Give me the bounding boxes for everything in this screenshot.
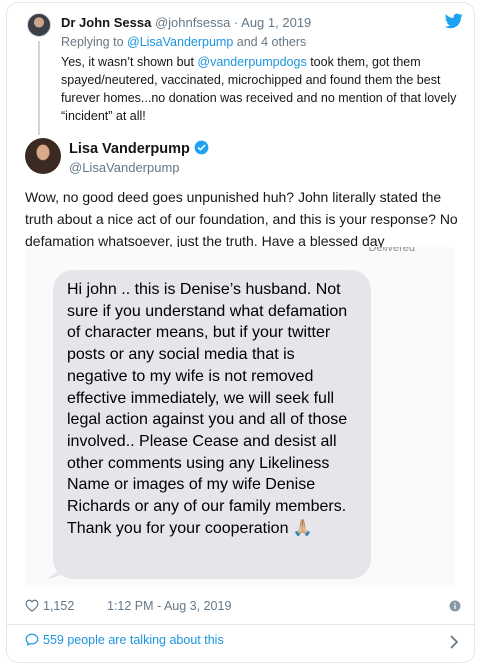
replying-user-link[interactable]: @LisaVanderpump	[127, 35, 233, 49]
info-icon[interactable]	[449, 600, 461, 612]
tweet-timestamp[interactable]: 1:12 PM - Aug 3, 2019	[107, 599, 231, 613]
twitter-bird-icon[interactable]	[445, 13, 463, 29]
tweet-media-image[interactable]: Delivered Hi john .. this is Denise’s hu…	[25, 247, 455, 587]
reply-header: Dr John Sessa @johnfsessa · Aug 1, 2019	[61, 15, 311, 30]
bubble-tail	[45, 563, 63, 579]
replying-to: Replying to @LisaVanderpump and 4 others	[61, 35, 306, 49]
message-bubble: Hi john .. this is Denise’s husband. Not…	[53, 270, 371, 579]
tweet-embed-card: Dr John Sessa @johnfsessa · Aug 1, 2019 …	[6, 2, 475, 663]
talking-count-text[interactable]: 559 people are talking about this	[43, 633, 224, 647]
author-avatar[interactable]	[25, 138, 61, 174]
reply-avatar[interactable]	[27, 13, 51, 37]
author-name-text[interactable]: Lisa Vanderpump	[69, 141, 190, 157]
footer-divider	[7, 624, 474, 625]
like-button[interactable]: 1,152	[25, 599, 74, 613]
reply-text-before: Yes, it wasn’t shown but	[61, 55, 198, 69]
heart-icon	[25, 599, 39, 612]
reply-mention-link[interactable]: @vanderpumpdogs	[197, 55, 306, 69]
replying-suffix[interactable]: and 4 others	[233, 35, 307, 49]
speech-bubble-icon	[25, 633, 39, 646]
delivered-label: Delivered	[368, 247, 415, 254]
chevron-right-icon[interactable]	[450, 635, 459, 649]
reply-date[interactable]: · Aug 1, 2019	[234, 15, 311, 30]
author-name[interactable]: Lisa Vanderpump	[69, 140, 209, 157]
thread-line	[38, 41, 40, 135]
replying-prefix: Replying to	[61, 35, 128, 49]
tweet-meta: 1,152 1:12 PM - Aug 3, 2019	[25, 599, 463, 617]
verified-icon	[194, 140, 209, 155]
reply-author-handle[interactable]: @johnfsessa	[155, 15, 230, 30]
author-handle[interactable]: @LisaVanderpump	[69, 160, 180, 175]
reply-text: Yes, it wasn’t shown but @vanderpumpdogs…	[61, 53, 459, 125]
like-count[interactable]: 1,152	[43, 599, 74, 613]
tweet-text: Wow, no good deed goes unpunished huh? J…	[25, 189, 458, 249]
conversation-link[interactable]: 559 people are talking about this	[25, 633, 463, 653]
reply-author-name[interactable]: Dr John Sessa	[61, 15, 151, 30]
